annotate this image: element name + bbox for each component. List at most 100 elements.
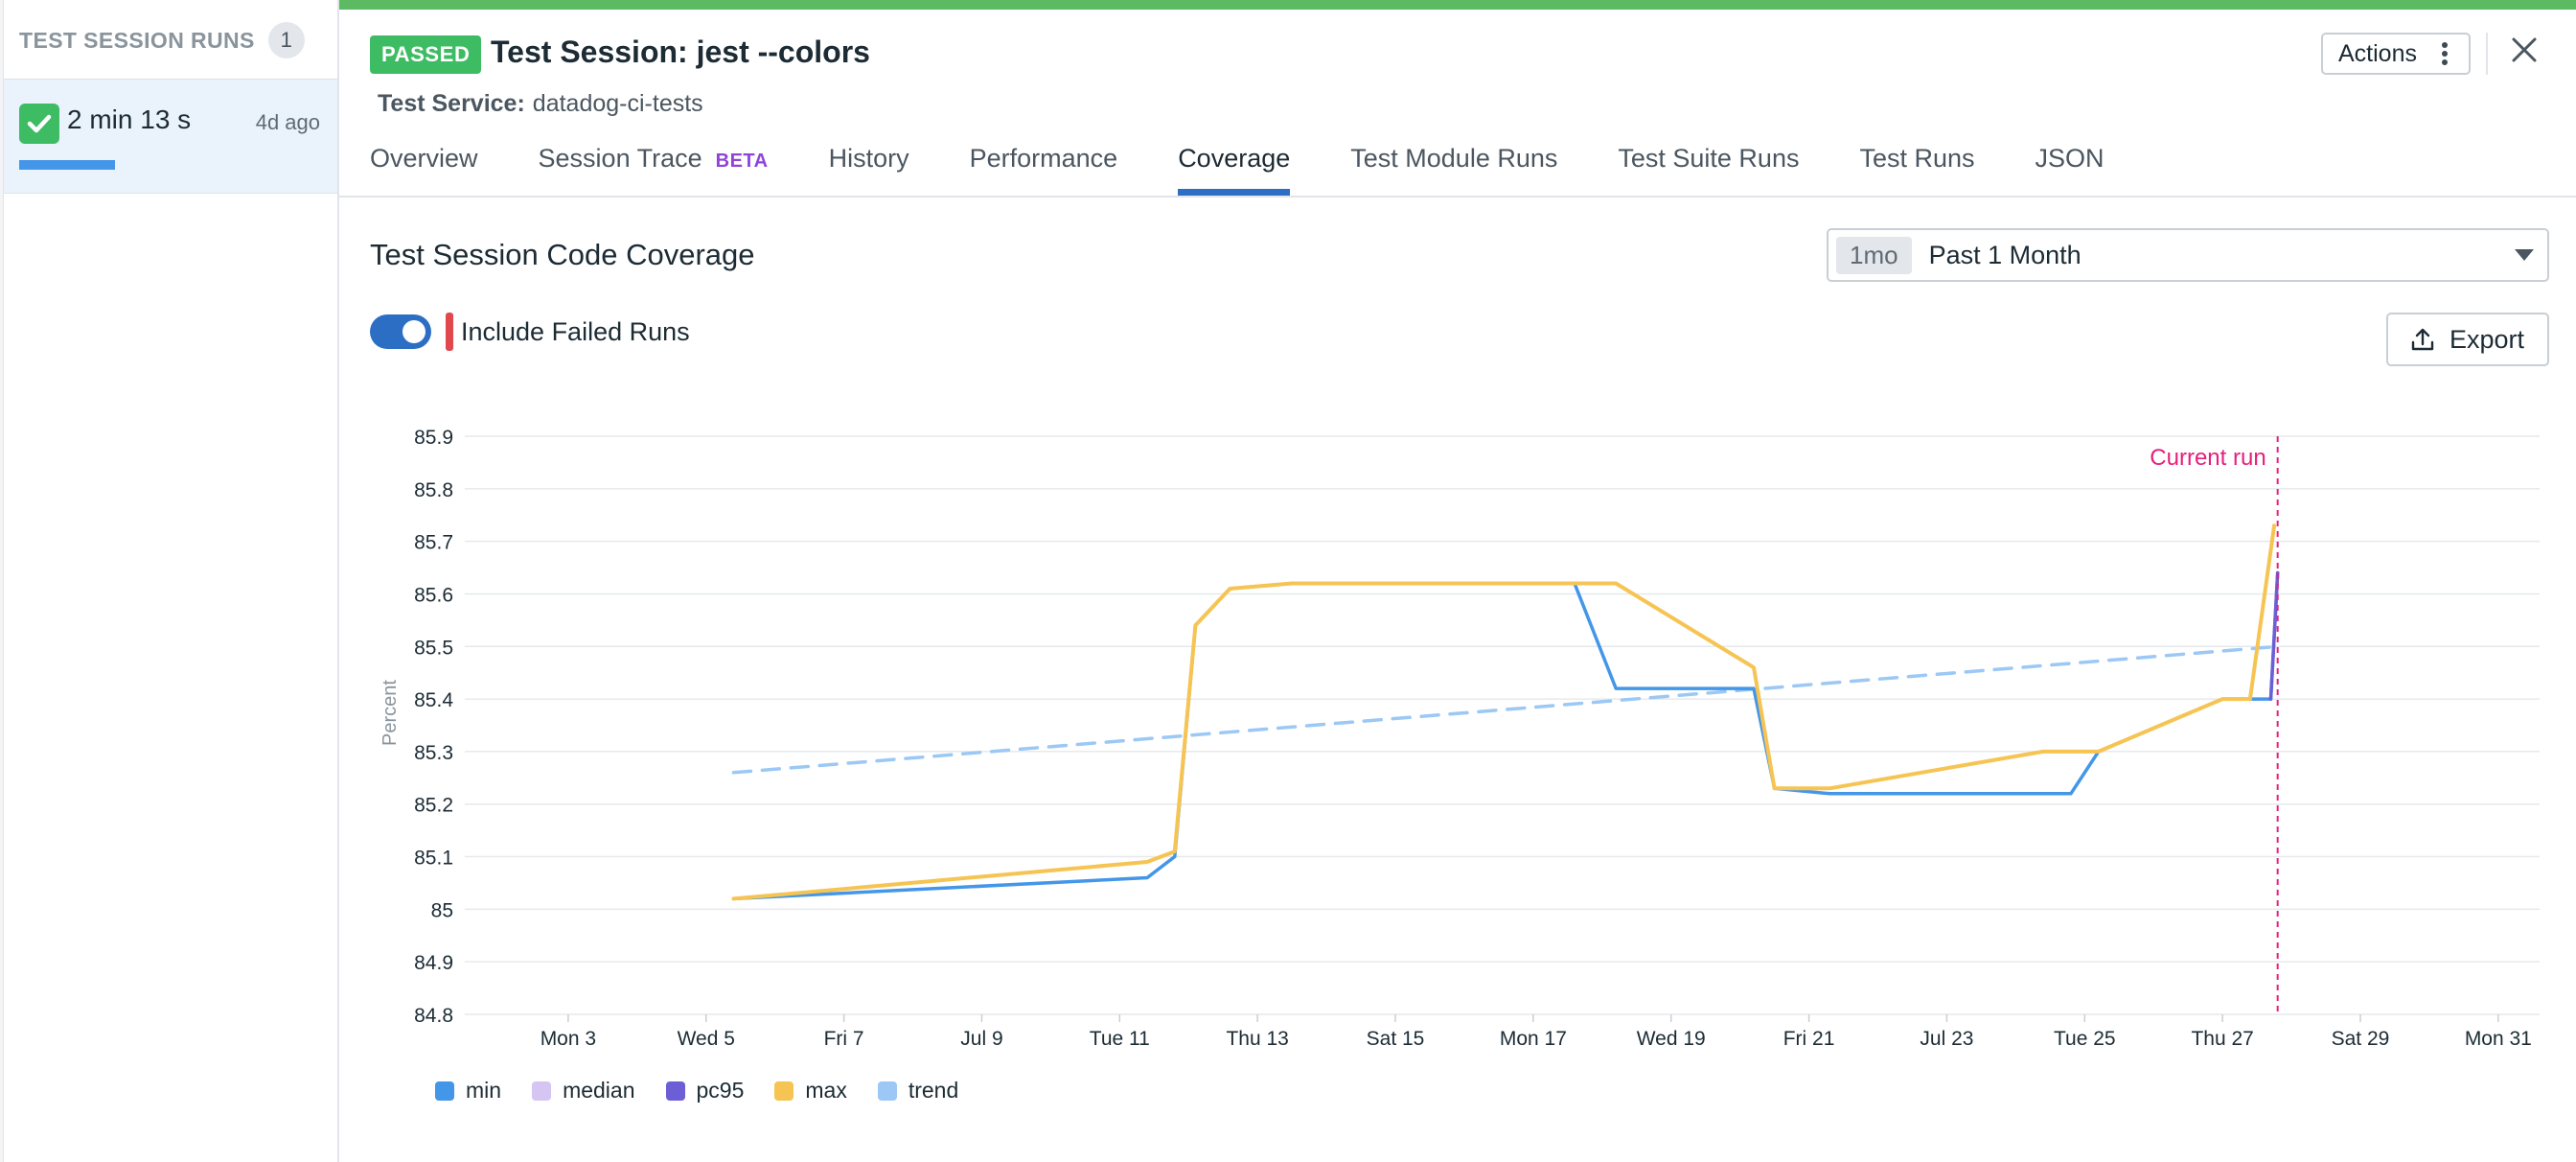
time-range-select[interactable]: 1mo Past 1 Month <box>1827 228 2549 282</box>
x-tick-label: Fri 7 <box>824 1028 864 1050</box>
tab-label: Coverage <box>1178 144 1291 173</box>
legend-label: median <box>563 1078 635 1103</box>
actions-button[interactable]: Actions <box>2321 33 2471 75</box>
toggle-knob <box>402 320 426 343</box>
tab-test-runs[interactable]: Test Runs <box>1859 144 1974 196</box>
test-session-runs-sidebar: TEST SESSION RUNS 1 2 min 13 s 4d ago <box>0 0 339 1162</box>
tab-coverage[interactable]: Coverage <box>1178 144 1291 196</box>
legend-swatch <box>435 1081 454 1101</box>
run-duration: 2 min 13 s <box>67 105 192 134</box>
tab-divider <box>339 196 2576 198</box>
tab-label: Overview <box>370 144 478 173</box>
chart-legend: min median pc95 max trend <box>435 1078 958 1104</box>
beta-badge: BETA <box>715 151 769 172</box>
tab-overview[interactable]: Overview <box>370 144 478 196</box>
y-tick-label: 85.8 <box>414 479 453 501</box>
x-tick-label: Jul 9 <box>960 1028 1002 1050</box>
time-range-chip: 1mo <box>1836 236 1912 274</box>
legend-label: max <box>805 1078 847 1103</box>
close-icon <box>2512 37 2537 62</box>
tab-label: Test Module Runs <box>1350 144 1558 173</box>
legend-item-min[interactable]: min <box>435 1078 501 1104</box>
legend-swatch <box>665 1081 685 1101</box>
tab-session-trace[interactable]: Session Trace BETA <box>539 144 769 196</box>
legend-swatch <box>532 1081 552 1101</box>
tab-test-suite-runs[interactable]: Test Suite Runs <box>1618 144 1799 196</box>
x-tick-label: Tue 11 <box>1090 1028 1150 1050</box>
y-tick-label: 85.7 <box>414 532 453 554</box>
legend-item-trend[interactable]: trend <box>877 1078 958 1104</box>
x-tick-label: Mon 3 <box>540 1028 596 1050</box>
run-duration-bar <box>19 160 115 170</box>
y-tick-label: 85.5 <box>414 637 453 659</box>
failed-indicator <box>446 313 453 351</box>
tab-test-module-runs[interactable]: Test Module Runs <box>1350 144 1557 196</box>
series-line-max <box>731 523 2277 901</box>
time-range-label: Past 1 Month <box>1928 240 2082 269</box>
x-tick-label: Sat 29 <box>2332 1028 2390 1050</box>
page-title: Test Session: jest --colors <box>491 35 870 69</box>
tab-label: Test Suite Runs <box>1618 144 1800 173</box>
legend-label: pc95 <box>696 1078 745 1103</box>
y-tick-label: 85.1 <box>414 848 453 870</box>
x-tick-label: Sat 15 <box>1367 1028 1425 1050</box>
legend-item-max[interactable]: max <box>774 1078 847 1104</box>
y-tick-label: 85 <box>431 899 453 921</box>
y-tick-label: 85.6 <box>414 584 453 606</box>
tab-bar: Overview Session Trace BETA History Perfo… <box>370 144 2165 198</box>
export-button[interactable]: Export <box>2386 313 2549 366</box>
series-line-pc95 <box>2268 570 2280 701</box>
sidebar-header: TEST SESSION RUNS 1 <box>19 21 305 59</box>
chevron-down-icon <box>2515 249 2534 261</box>
status-top-line <box>339 0 2576 10</box>
x-tick-label: Wed 19 <box>1637 1028 1706 1050</box>
tab-label: JSON <box>2035 144 2104 173</box>
check-icon <box>19 104 59 144</box>
sidebar-count-badge: 1 <box>267 22 305 58</box>
y-tick-label: 84.8 <box>414 1005 453 1027</box>
x-tick-label: Fri 21 <box>1783 1028 1835 1050</box>
status-badge: PASSED <box>370 35 482 74</box>
export-label: Export <box>2450 324 2525 354</box>
tab-json[interactable]: JSON <box>2036 144 2104 196</box>
y-tick-label: 85.2 <box>414 795 453 817</box>
tab-label: History <box>828 144 909 173</box>
tab-label: Performance <box>969 144 1118 173</box>
y-tick-label: 84.9 <box>414 952 453 974</box>
x-tick-label: Tue 25 <box>2054 1028 2116 1050</box>
x-tick-label: Mon 31 <box>2465 1028 2532 1050</box>
y-tick-label: 85.4 <box>414 689 453 711</box>
legend-item-median[interactable]: median <box>532 1078 635 1104</box>
legend-swatch <box>774 1081 794 1101</box>
current-run-label: Current run <box>2150 445 2266 471</box>
upload-icon <box>2411 328 2434 351</box>
y-tick-label: 85.9 <box>414 427 453 449</box>
x-tick-label: Thu 27 <box>2191 1028 2253 1050</box>
run-ago: 4d ago <box>255 110 320 134</box>
x-tick-label: Mon 17 <box>1500 1028 1567 1050</box>
legend-swatch <box>877 1081 897 1101</box>
x-tick-label: Jul 23 <box>1920 1028 1973 1050</box>
series-line-trend <box>731 644 2280 775</box>
tab-history[interactable]: History <box>829 144 909 196</box>
x-tick-label: Wed 5 <box>678 1028 735 1050</box>
series-line-min <box>731 570 2280 901</box>
tab-performance[interactable]: Performance <box>970 144 1118 196</box>
section-title: Test Session Code Coverage <box>370 238 755 271</box>
x-tick-label: Thu 13 <box>1226 1028 1288 1050</box>
coverage-chart: 85.9 85.8 85.7 85.6 85.5 85.4 85.3 85.2 85.1 85 84… <box>414 427 2540 1050</box>
legend-item-pc95[interactable]: pc95 <box>665 1078 745 1104</box>
actions-label: Actions <box>2338 39 2417 67</box>
include-failed-label: Include Failed Runs <box>461 317 690 346</box>
tab-label: Test Runs <box>1859 144 1975 173</box>
y-tick-label: 85.3 <box>414 742 453 764</box>
test-service-value: datadog-ci-tests <box>532 90 703 117</box>
tab-label: Session Trace <box>538 144 702 173</box>
test-service-key: Test Service: <box>378 90 525 117</box>
include-failed-toggle[interactable] <box>370 314 431 349</box>
header-divider <box>2486 33 2488 75</box>
close-button[interactable] <box>2503 29 2545 71</box>
more-vertical-icon <box>2442 42 2448 65</box>
y-axis-title: Percent <box>380 680 401 746</box>
sidebar-run-item[interactable]: 2 min 13 s 4d ago <box>4 79 337 194</box>
